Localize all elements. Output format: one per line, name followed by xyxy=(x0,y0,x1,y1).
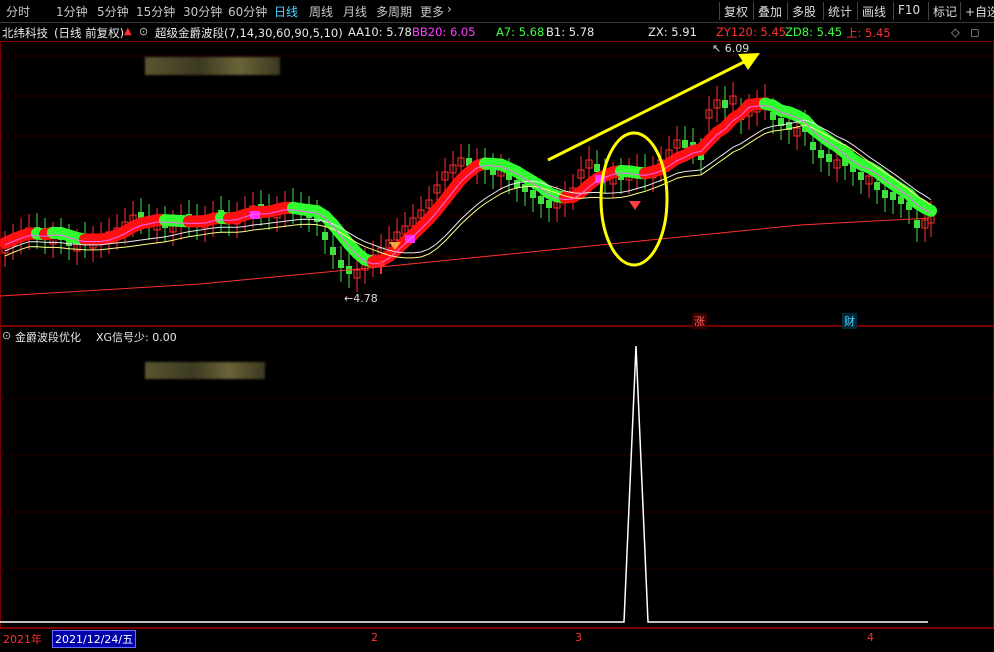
badge-cai[interactable]: 财 xyxy=(842,313,857,329)
month-tick: 4 xyxy=(867,631,874,644)
candle-body xyxy=(818,150,824,158)
candle-body xyxy=(810,142,816,150)
ma-line xyxy=(5,120,931,253)
candle-body xyxy=(682,140,688,148)
year-label: 2021年 xyxy=(3,631,42,647)
badge-zhang[interactable]: 涨 xyxy=(692,313,707,329)
candle-body xyxy=(330,247,336,255)
candle-body xyxy=(338,260,344,268)
candle-body xyxy=(322,232,328,240)
candle-body xyxy=(522,184,528,192)
cursor-date: 2021/12/24/五 xyxy=(52,630,136,648)
high-price-value: 6.09 xyxy=(725,42,750,55)
candle-body xyxy=(538,196,544,204)
candle-body xyxy=(530,190,536,198)
month-tick: 2 xyxy=(371,631,378,644)
candle-body xyxy=(874,182,880,190)
arrow-head-icon xyxy=(738,53,760,70)
date-axis: 2021年 2021/12/24/五 2 3 4 xyxy=(0,628,994,652)
candle-body xyxy=(890,192,896,200)
candle-body xyxy=(914,220,920,228)
candle-body xyxy=(826,154,832,162)
xg-signal-line xyxy=(0,346,928,622)
candle-body xyxy=(858,172,864,180)
candle-body xyxy=(514,180,520,188)
ma-line xyxy=(5,125,931,258)
candle-body xyxy=(882,190,888,198)
gem-icon xyxy=(629,201,641,210)
candle-body xyxy=(722,100,728,108)
highlight-ellipse xyxy=(601,133,667,265)
pointer-icon: ↖ xyxy=(712,42,721,55)
trend-arrow xyxy=(548,58,752,160)
candle-body xyxy=(546,200,552,208)
ma-line xyxy=(5,106,931,264)
candle-body xyxy=(594,164,600,172)
low-price-value: 4.78 xyxy=(353,292,378,305)
month-tick: 3 xyxy=(575,631,582,644)
low-price-label: ←4.78 xyxy=(344,292,378,305)
pointer-icon: ← xyxy=(344,292,353,305)
high-price-label: ↖ 6.09 xyxy=(712,42,749,55)
